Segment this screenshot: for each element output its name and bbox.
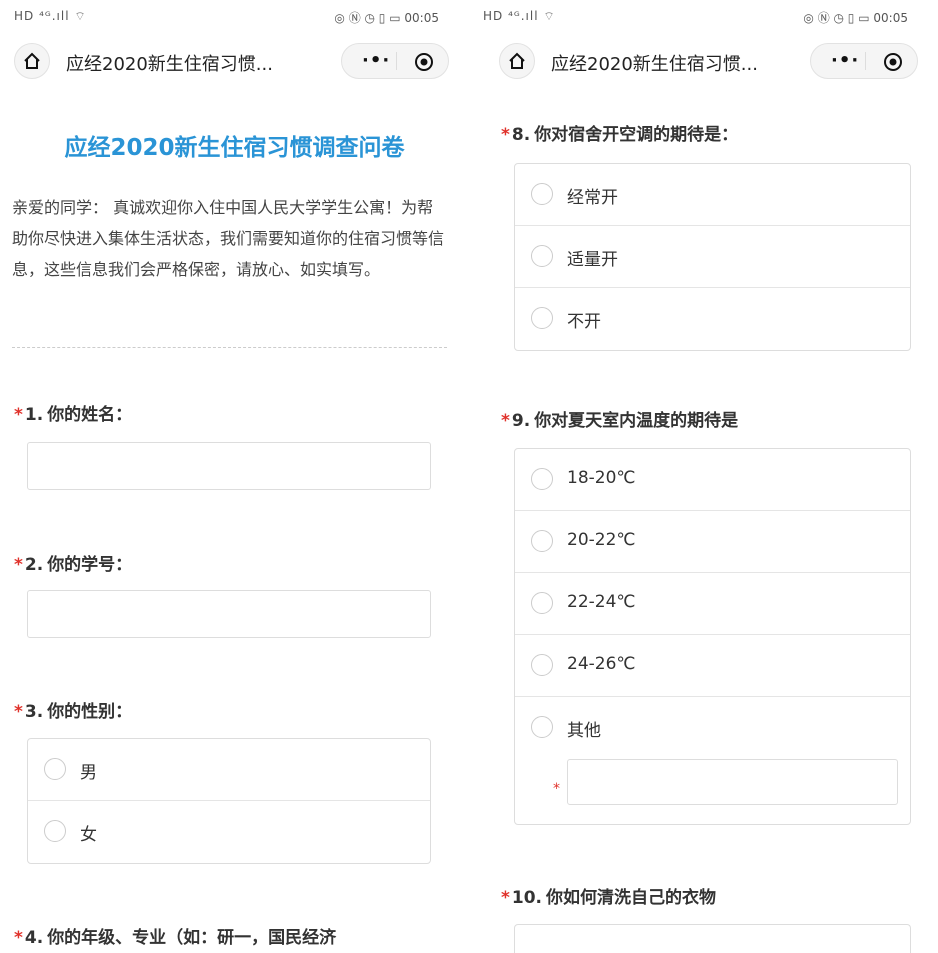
signal-icons: HD ⁴ᴳ.ıll ⌔ bbox=[483, 9, 556, 23]
radio-button[interactable] bbox=[531, 245, 553, 267]
system-icons: ◎ Ⓝ ◷ ▯ ▭ bbox=[803, 11, 870, 25]
radio-button[interactable] bbox=[531, 592, 553, 614]
option-20-22[interactable]: 20-22℃ bbox=[515, 511, 910, 573]
required-mark: * bbox=[501, 888, 510, 908]
home-icon bbox=[24, 52, 40, 69]
mini-program-navbar: 应经2020新生住宿习惯... ·•· bbox=[499, 40, 918, 82]
mini-program-navbar: 应经2020新生住宿习惯... ·•· bbox=[14, 40, 449, 82]
radio-button[interactable] bbox=[44, 758, 66, 780]
phone-screen-right: HD ⁴ᴳ.ıll ⌔ ◎ Ⓝ ◷ ▯ ▭ 00:05 应经2020新生住宿习惯… bbox=[469, 0, 938, 953]
question-9-title: * 9. 你对夏天室内温度的期待是 bbox=[501, 411, 739, 431]
divider bbox=[12, 347, 447, 348]
capsule-menu: ·•· bbox=[341, 43, 449, 79]
more-dots-icon[interactable]: ·•· bbox=[831, 50, 859, 71]
status-right: ◎ Ⓝ ◷ ▯ ▭ 00:05 bbox=[803, 9, 908, 26]
required-mark: * bbox=[14, 405, 23, 425]
more-dots-icon[interactable]: ·•· bbox=[362, 50, 390, 71]
capsule-divider bbox=[865, 52, 866, 70]
home-button[interactable] bbox=[14, 43, 50, 79]
gender-options: 男 女 bbox=[27, 738, 431, 864]
phone-screen-left: HD ⁴ᴳ.ıll ⌔ ◎ Ⓝ ◷ ▯ ▭ 00:05 应经2020新生住宿习惯… bbox=[0, 0, 469, 953]
temperature-options: 18-20℃ 20-22℃ 22-24℃ 24-26℃ 其他 * bbox=[514, 448, 911, 825]
radio-button[interactable] bbox=[531, 716, 553, 738]
radio-button[interactable] bbox=[531, 654, 553, 676]
clock: 00:05 bbox=[404, 11, 439, 25]
clock: 00:05 bbox=[873, 11, 908, 25]
student-id-input[interactable] bbox=[27, 590, 431, 638]
home-button[interactable] bbox=[499, 43, 535, 79]
capsule-divider bbox=[396, 52, 397, 70]
question-10-title: * 10. 你如何清洗自己的衣物 bbox=[501, 888, 717, 908]
system-icons: ◎ Ⓝ ◷ ▯ ▭ bbox=[334, 11, 401, 25]
required-mark: * bbox=[501, 125, 510, 145]
laundry-options bbox=[514, 924, 911, 953]
question-8-title: * 8. 你对宿舍开空调的期待是： bbox=[501, 125, 739, 145]
signal-icons: HD ⁴ᴳ.ıll ⌔ bbox=[14, 9, 87, 23]
required-mark: * bbox=[553, 781, 560, 797]
status-bar: HD ⁴ᴳ.ıll ⌔ ◎ Ⓝ ◷ ▯ ▭ 00:05 bbox=[469, 0, 938, 32]
required-mark: * bbox=[501, 411, 510, 431]
required-mark: * bbox=[14, 928, 23, 948]
target-icon[interactable] bbox=[414, 52, 434, 72]
nav-title: 应经2020新生住宿习惯... bbox=[66, 54, 273, 75]
option-female[interactable]: 女 bbox=[28, 801, 430, 863]
option-male[interactable]: 男 bbox=[28, 739, 430, 801]
home-icon bbox=[509, 52, 525, 69]
option-often[interactable]: 经常开 bbox=[515, 164, 910, 226]
name-input[interactable] bbox=[27, 442, 431, 490]
other-temperature-input[interactable] bbox=[567, 759, 898, 805]
radio-button[interactable] bbox=[531, 183, 553, 205]
survey-intro: 亲爱的同学： 真诚欢迎你入住中国人民大学学生公寓！为帮助你尽快进入集体生活状态，… bbox=[12, 198, 445, 279]
ac-options: 经常开 适量开 不开 bbox=[514, 163, 911, 351]
question-3-title: * 3. 你的性别： bbox=[14, 702, 133, 722]
radio-button[interactable] bbox=[531, 307, 553, 329]
option-18-20[interactable]: 18-20℃ bbox=[515, 449, 910, 511]
capsule-menu: ·•· bbox=[810, 43, 918, 79]
question-4-title: * 4. 你的年级、专业（如：研一，国民经济 bbox=[14, 928, 337, 948]
option-other[interactable]: 其他 * bbox=[515, 697, 910, 824]
question-2-title: * 2. 你的学号： bbox=[14, 555, 133, 575]
option-never[interactable]: 不开 bbox=[515, 288, 910, 350]
required-mark: * bbox=[14, 555, 23, 575]
option-moderate[interactable]: 适量开 bbox=[515, 226, 910, 288]
required-mark: * bbox=[14, 702, 23, 722]
nav-title: 应经2020新生住宿习惯... bbox=[551, 54, 758, 75]
option-24-26[interactable]: 24-26℃ bbox=[515, 635, 910, 697]
status-bar: HD ⁴ᴳ.ıll ⌔ ◎ Ⓝ ◷ ▯ ▭ 00:05 bbox=[0, 0, 469, 32]
question-1-title: * 1. 你的姓名： bbox=[14, 405, 133, 425]
target-icon[interactable] bbox=[883, 52, 903, 72]
survey-title: 应经2020新生住宿习惯调查问卷 bbox=[64, 135, 405, 161]
radio-button[interactable] bbox=[531, 530, 553, 552]
radio-button[interactable] bbox=[44, 820, 66, 842]
radio-button[interactable] bbox=[531, 468, 553, 490]
status-right: ◎ Ⓝ ◷ ▯ ▭ 00:05 bbox=[334, 9, 439, 26]
option-22-24[interactable]: 22-24℃ bbox=[515, 573, 910, 635]
